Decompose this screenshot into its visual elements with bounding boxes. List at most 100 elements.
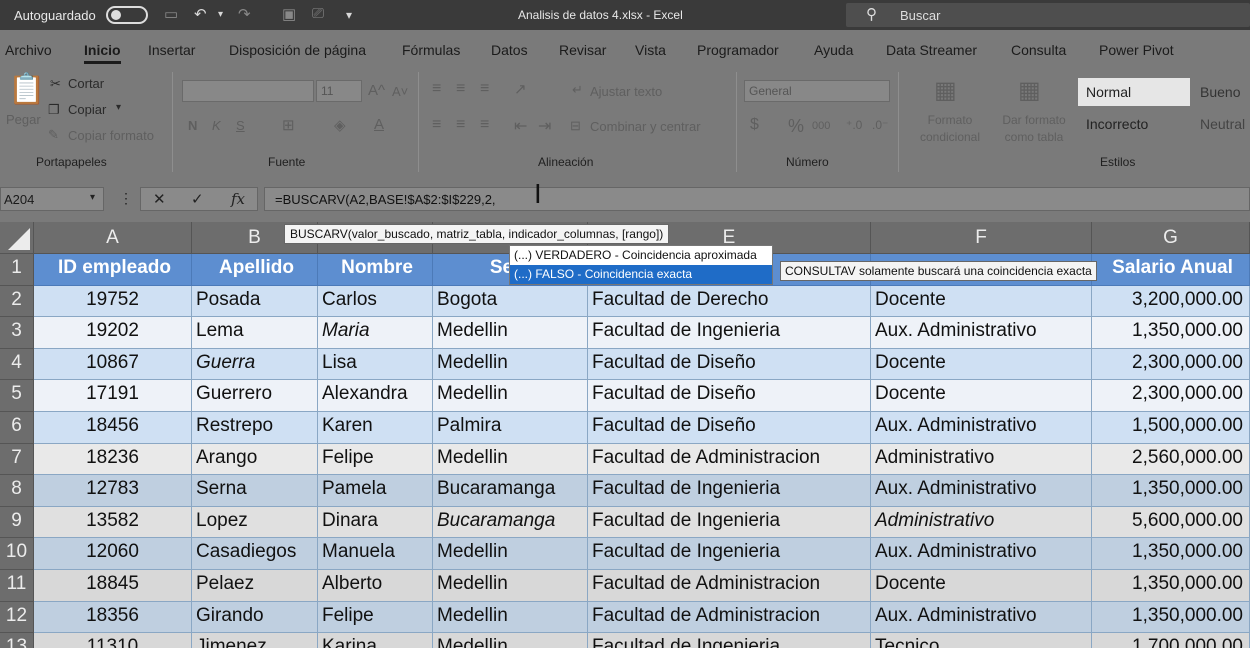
presentation-icon[interactable]: ⎚ [312, 5, 324, 22]
table-cell[interactable]: Guerra [192, 348, 318, 381]
table-cell[interactable]: Felipe [318, 443, 433, 476]
row-header[interactable]: 12 [0, 601, 34, 634]
row-header[interactable]: 13 [0, 633, 34, 648]
option-falso[interactable]: (...) FALSO - Coincidencia exacta [510, 265, 772, 284]
table-cell[interactable]: 1,350,000.00 [1092, 570, 1250, 602]
formula-input[interactable]: =BUSCARV(A2,BASE!$A$2:$I$229,2, [264, 187, 1250, 211]
style-bueno[interactable]: Bueno [1192, 78, 1250, 106]
table-cell[interactable]: Medellin [433, 570, 588, 602]
table-cell[interactable]: 18845 [34, 570, 192, 602]
font-size-select[interactable]: 11 [316, 80, 362, 102]
table-cell[interactable]: Karina [318, 633, 433, 648]
table-header-cell[interactable]: ID empleado [34, 254, 192, 286]
table-cell[interactable]: 10867 [34, 348, 192, 381]
decrease-decimal-icon[interactable]: .0⁻ [872, 118, 888, 132]
table-cell[interactable]: Docente [871, 348, 1092, 381]
tab-10[interactable]: Data Streamer [886, 42, 977, 58]
table-cell[interactable]: Jimenez [192, 633, 318, 648]
column-header[interactable]: A [34, 222, 192, 254]
table-cell[interactable]: Medellin [433, 380, 588, 412]
table-cell[interactable]: 2,560,000.00 [1092, 443, 1250, 476]
table-cell[interactable]: Lopez [192, 506, 318, 539]
paste-icon[interactable]: 📋 [8, 72, 45, 107]
more-options-icon[interactable]: ⋮ [119, 190, 133, 207]
table-cell[interactable]: Aux. Administrativo [871, 317, 1092, 349]
undo-dropdown-icon[interactable]: ▾ [218, 9, 223, 20]
align-left-icon[interactable]: ≡ [432, 116, 441, 134]
table-cell[interactable]: Carlos [318, 285, 433, 318]
tab-2[interactable]: Insertar [148, 42, 195, 58]
table-cell[interactable]: Lisa [318, 348, 433, 381]
table-cell[interactable]: Alberto [318, 570, 433, 602]
table-cell[interactable]: Felipe [318, 601, 433, 634]
table-cell[interactable]: Tecnico [871, 633, 1092, 648]
table-cell[interactable]: 13582 [34, 506, 192, 539]
table-cell[interactable]: 5,600,000.00 [1092, 506, 1250, 539]
table-cell[interactable]: Aux. Administrativo [871, 412, 1092, 444]
row-header[interactable]: 9 [0, 506, 34, 539]
autosave-toggle[interactable] [106, 6, 148, 24]
table-cell[interactable]: Administrativo [871, 506, 1092, 539]
table-cell[interactable]: Serna [192, 475, 318, 507]
column-header[interactable]: F [871, 222, 1092, 254]
row-header[interactable]: 8 [0, 475, 34, 507]
select-all-button[interactable] [0, 222, 34, 254]
table-cell[interactable]: Restrepo [192, 412, 318, 444]
table-cell[interactable]: Docente [871, 380, 1092, 412]
conditional-format-button[interactable]: Formato condicional [912, 112, 988, 146]
table-cell[interactable]: Medellin [433, 538, 588, 570]
merge-center-button[interactable]: Combinar y centrar [590, 119, 701, 134]
borders-icon[interactable]: ⊞ [282, 116, 295, 134]
table-cell[interactable]: Facultad de Administracion [588, 443, 871, 476]
table-cell[interactable]: Facultad de Ingenieria [588, 538, 871, 570]
confirm-icon[interactable]: ✓ [191, 190, 204, 208]
spreadsheet-grid[interactable]: ABCDEFG12345678910111213ID empleadoApell… [0, 222, 1250, 648]
table-cell[interactable]: Medellin [433, 348, 588, 381]
table-cell[interactable]: Medellin [433, 317, 588, 349]
table-cell[interactable]: 18456 [34, 412, 192, 444]
table-cell[interactable]: 1,350,000.00 [1092, 317, 1250, 349]
table-cell[interactable]: Girando [192, 601, 318, 634]
cancel-icon[interactable]: ✕ [153, 190, 166, 208]
table-cell[interactable]: Bucaramanga [433, 506, 588, 539]
table-cell[interactable]: 2,300,000.00 [1092, 348, 1250, 381]
italic-button[interactable]: K [212, 118, 221, 133]
table-cell[interactable]: Administrativo [871, 443, 1092, 476]
table-cell[interactable]: Aux. Administrativo [871, 601, 1092, 634]
align-center-icon[interactable]: ≡ [456, 116, 465, 134]
row-header[interactable]: 3 [0, 317, 34, 349]
table-cell[interactable]: Pamela [318, 475, 433, 507]
copy-format-button[interactable]: Copiar formato [68, 128, 154, 143]
bold-button[interactable]: N [188, 118, 197, 133]
table-cell[interactable]: Manuela [318, 538, 433, 570]
tab-7[interactable]: Vista [635, 42, 666, 58]
table-cell[interactable]: 1,350,000.00 [1092, 601, 1250, 634]
table-cell[interactable]: Facultad de Diseño [588, 412, 871, 444]
row-header[interactable]: 4 [0, 348, 34, 381]
table-cell[interactable]: 1,700,000.00 [1092, 633, 1250, 648]
table-cell[interactable]: Facultad de Diseño [588, 348, 871, 381]
table-cell[interactable]: 19752 [34, 285, 192, 318]
search-box[interactable]: ⚲ Buscar [846, 3, 1250, 27]
tab-4[interactable]: Fórmulas [402, 42, 460, 58]
table-cell[interactable]: 11310 [34, 633, 192, 648]
table-cell[interactable]: Guerrero [192, 380, 318, 412]
row-header[interactable]: 11 [0, 570, 34, 602]
tab-5[interactable]: Datos [491, 42, 528, 58]
table-cell[interactable]: 18236 [34, 443, 192, 476]
range-options-list[interactable]: (...) VERDADERO - Coincidencia aproximad… [509, 245, 773, 285]
row-header[interactable]: 5 [0, 380, 34, 412]
table-cell[interactable]: Facultad de Derecho [588, 285, 871, 318]
table-cell[interactable]: 1,350,000.00 [1092, 475, 1250, 507]
table-cell[interactable]: Facultad de Administracion [588, 570, 871, 602]
table-cell[interactable]: Casadiegos [192, 538, 318, 570]
redo-icon[interactable]: ↷ [238, 5, 251, 23]
font-family-select[interactable] [182, 80, 314, 102]
undo-icon[interactable]: ↶ [194, 5, 207, 23]
table-cell[interactable]: Bucaramanga [433, 475, 588, 507]
table-cell[interactable]: Medellin [433, 443, 588, 476]
name-box-dropdown-icon[interactable]: ▾ [90, 192, 95, 203]
table-cell[interactable]: Alexandra [318, 380, 433, 412]
shrink-font-icon[interactable]: A˅ [392, 84, 408, 99]
customize-toolbar-icon[interactable]: ▾ [346, 8, 352, 22]
